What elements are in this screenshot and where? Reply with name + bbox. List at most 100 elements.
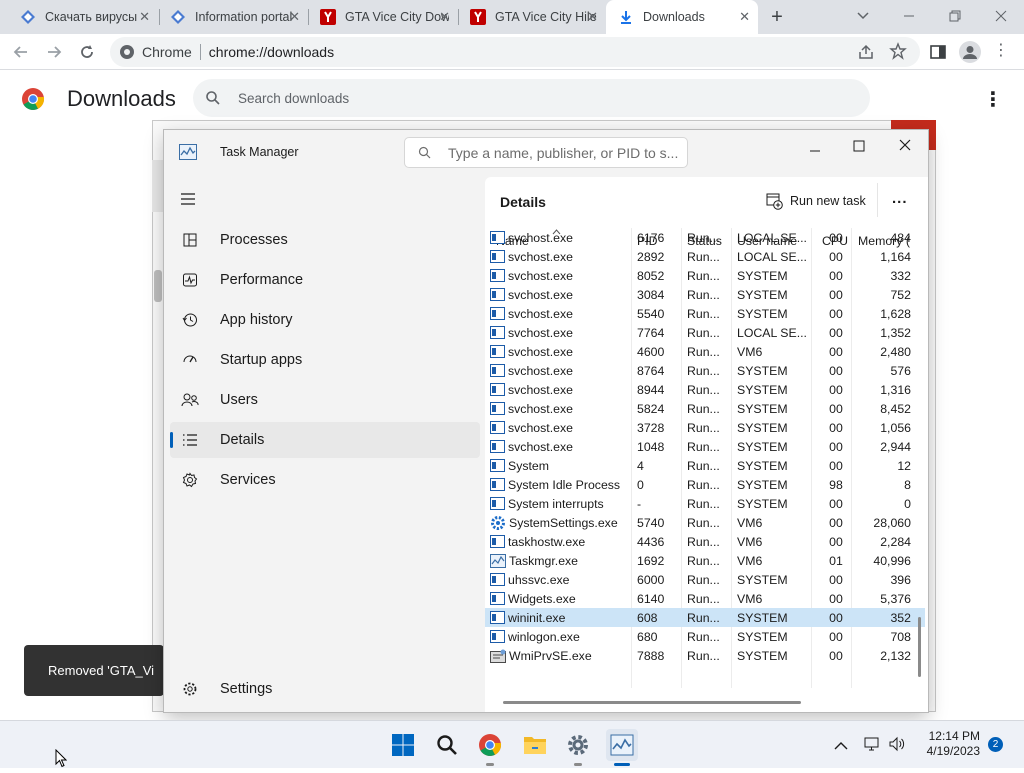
table-row[interactable]: System 4 Run... SYSTEM 00 12: [485, 456, 925, 475]
nav-processes[interactable]: Processes: [170, 222, 480, 258]
nav-services[interactable]: Services: [170, 462, 480, 498]
horizontal-scrollbar-thumb[interactable]: [503, 701, 801, 704]
cell-user: LOCAL SE...: [737, 230, 807, 245]
tab-close-icon[interactable]: ✕: [289, 9, 300, 25]
tab-4[interactable]: GTA Vice City Hile ✕: [458, 0, 606, 34]
file-explorer-icon[interactable]: [519, 729, 551, 761]
downloads-search-input[interactable]: Search downloads: [193, 79, 870, 117]
table-row[interactable]: uhssvc.exe 6000 Run... SYSTEM 00 396: [485, 570, 925, 589]
nav-app-history[interactable]: App history: [170, 302, 480, 338]
tab-downloads[interactable]: Downloads ✕: [606, 0, 758, 34]
startup-apps-icon: [180, 352, 200, 368]
table-row[interactable]: svchost.exe 7764 Run... LOCAL SE... 00 1,352: [485, 323, 925, 342]
page-title: Downloads: [67, 86, 176, 111]
cell-cpu: 00: [829, 230, 843, 245]
background-scrollbar[interactable]: [154, 270, 162, 302]
bookmark-star-icon[interactable]: [889, 42, 907, 65]
tab-close-icon[interactable]: ✕: [439, 9, 450, 25]
process-name: System: [508, 458, 549, 473]
process-name: taskhostw.exe: [508, 534, 586, 549]
clock[interactable]: 12:14 PM 4/19/2023: [920, 729, 980, 759]
cell-pid: 6140: [637, 591, 665, 606]
tab-title: Скачать вирусы: [45, 10, 138, 24]
network-icon[interactable]: [863, 735, 881, 758]
search-icon[interactable]: [431, 729, 463, 761]
table-row[interactable]: svchost.exe 5540 Run... SYSTEM 00 1,628: [485, 304, 925, 323]
table-row[interactable]: wininit.exe 608 Run... SYSTEM 00 352: [485, 608, 925, 627]
notification-badge[interactable]: 2: [988, 737, 1003, 752]
table-row[interactable]: svchost.exe 5824 Run... SYSTEM 00 8,452: [485, 399, 925, 418]
tab-close-icon[interactable]: ✕: [587, 9, 598, 25]
vertical-scrollbar-thumb[interactable]: [918, 617, 921, 677]
table-row[interactable]: svchost.exe 8764 Run... SYSTEM 00 576: [485, 361, 925, 380]
toast-text: Removed 'GTA_Vi: [48, 663, 155, 678]
task-manager-search-input[interactable]: Type a name, publisher, or PID to s...: [404, 137, 688, 168]
table-row[interactable]: svchost.exe 3728 Run... SYSTEM 00 1,056: [485, 418, 925, 437]
minimize-icon[interactable]: [900, 7, 918, 25]
process-window-icon: [490, 364, 505, 377]
reload-icon[interactable]: [78, 43, 96, 66]
address-bar[interactable]: Chrome chrome://downloads: [110, 37, 920, 67]
table-row[interactable]: svchost.exe 8944 Run... SYSTEM 00 1,316: [485, 380, 925, 399]
settings-gear-icon[interactable]: [562, 729, 594, 761]
more-options-button[interactable]: ...: [892, 190, 908, 207]
nav-label: Processes: [220, 232, 288, 248]
forward-arrow-icon[interactable]: [45, 43, 63, 66]
nav-startup-apps[interactable]: Startup apps: [170, 342, 480, 378]
tab-search-chevron-icon[interactable]: [855, 7, 871, 23]
downloads-menu-icon[interactable]: ⋮: [983, 87, 1003, 112]
hamburger-menu-icon[interactable]: [180, 192, 196, 211]
table-row[interactable]: svchost.exe 6176 Run... LOCAL SE... 00 484: [485, 228, 925, 247]
tab-1[interactable]: Скачать вирусы ✕: [8, 0, 158, 34]
table-row[interactable]: svchost.exe 1048 Run... SYSTEM 00 2,944: [485, 437, 925, 456]
tray-chevron-up-icon[interactable]: [834, 738, 848, 756]
nav-users[interactable]: Users: [170, 382, 480, 418]
cell-status: Run...: [687, 496, 720, 511]
share-icon[interactable]: [857, 43, 875, 66]
restore-icon[interactable]: [946, 7, 964, 25]
chrome-icon[interactable]: [474, 729, 506, 761]
cell-name: System Idle Process: [490, 478, 630, 492]
tab-close-icon[interactable]: ✕: [739, 9, 750, 25]
process-name: svchost.exe: [508, 401, 573, 416]
cell-cpu: 00: [829, 439, 843, 454]
tab-2[interactable]: Information portal ✕: [158, 0, 308, 34]
table-row[interactable]: Taskmgr.exe 1692 Run... VM6 01 40,996: [485, 551, 925, 570]
profile-avatar-icon[interactable]: [959, 41, 981, 63]
task-manager-icon[interactable]: [606, 729, 638, 761]
table-row[interactable]: System interrupts - Run... SYSTEM 00 0: [485, 494, 925, 513]
new-tab-icon[interactable]: +: [766, 6, 788, 28]
nav-performance[interactable]: Performance: [170, 262, 480, 298]
nav-settings[interactable]: Settings: [170, 671, 480, 707]
tm-maximize-icon[interactable]: [852, 139, 866, 158]
process-window-icon: [490, 307, 505, 320]
table-row[interactable]: svchost.exe 4600 Run... VM6 00 2,480: [485, 342, 925, 361]
back-arrow-icon[interactable]: [12, 43, 30, 66]
windows-start-icon[interactable]: [387, 729, 419, 761]
table-row[interactable]: WmiPrvSE.exe 7888 Run... SYSTEM 00 2,132: [485, 646, 925, 665]
cell-name: uhssvc.exe: [490, 573, 630, 587]
tm-close-icon[interactable]: [898, 138, 912, 157]
table-row[interactable]: svchost.exe 3084 Run... SYSTEM 00 752: [485, 285, 925, 304]
table-row[interactable]: SystemSettings.exe 5740 Run... VM6 00 28,060: [485, 513, 925, 532]
cell-status: Run...: [687, 363, 720, 378]
run-new-task-button[interactable]: Run new task: [766, 191, 866, 211]
tab-close-icon[interactable]: ✕: [139, 9, 150, 25]
tab-3[interactable]: GTA Vice City Download ✕: [308, 0, 458, 34]
toolbar-divider: [877, 183, 878, 217]
volume-icon[interactable]: [888, 735, 906, 758]
tm-minimize-icon[interactable]: [808, 144, 822, 163]
table-row[interactable]: Widgets.exe 6140 Run... VM6 00 5,376: [485, 589, 925, 608]
side-panel-icon[interactable]: [929, 43, 947, 66]
nav-label: Startup apps: [220, 352, 303, 368]
cell-pid: 0: [637, 477, 644, 492]
nav-details[interactable]: Details: [170, 422, 480, 458]
table-row[interactable]: taskhostw.exe 4436 Run... VM6 00 2,284: [485, 532, 925, 551]
table-row[interactable]: svchost.exe 2892 Run... LOCAL SE... 00 1,164: [485, 247, 925, 266]
table-row[interactable]: svchost.exe 8052 Run... SYSTEM 00 332: [485, 266, 925, 285]
cell-memory: 8,452: [880, 401, 911, 416]
table-row[interactable]: System Idle Process 0 Run... SYSTEM 98 8: [485, 475, 925, 494]
kebab-menu-icon[interactable]: ⋮: [993, 42, 1009, 60]
close-window-icon[interactable]: [992, 7, 1010, 25]
table-row[interactable]: winlogon.exe 680 Run... SYSTEM 00 708: [485, 627, 925, 646]
